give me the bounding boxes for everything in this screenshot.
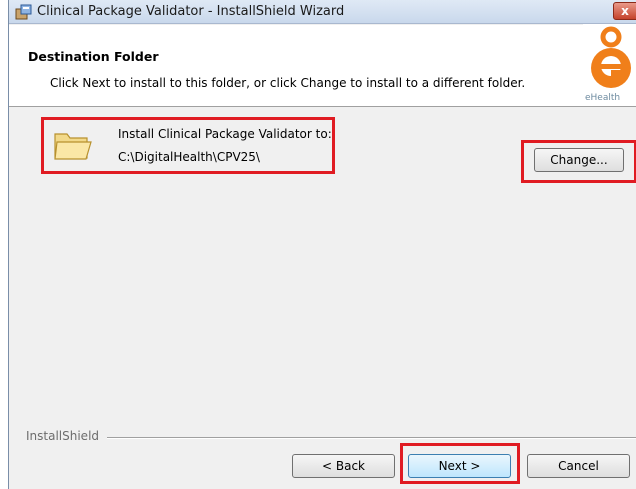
next-button[interactable]: Next > — [408, 454, 511, 478]
header-banner: Destination Folder Click Next to install… — [9, 25, 636, 107]
folder-icon — [54, 133, 92, 160]
page-description: Click Next to install to this folder, or… — [50, 76, 526, 90]
close-button[interactable]: x — [613, 2, 636, 20]
back-button[interactable]: < Back — [292, 454, 395, 478]
installer-window: Clinical Package Validator - InstallShie… — [8, 0, 636, 489]
install-location-label: Install Clinical Package Validator to: — [118, 127, 332, 141]
install-path: C:\DigitalHealth\CPV25\ — [118, 150, 260, 164]
installer-icon — [15, 4, 32, 20]
cancel-button[interactable]: Cancel — [527, 454, 630, 478]
footer-divider — [107, 437, 636, 439]
installshield-brand: InstallShield — [26, 429, 100, 443]
window-title: Clinical Package Validator - InstallShie… — [37, 4, 345, 19]
title-bar[interactable]: Clinical Package Validator - InstallShie… — [9, 0, 636, 24]
page-title: Destination Folder — [28, 49, 159, 64]
logo-caption: eHealth — [585, 93, 621, 103]
change-button[interactable]: Change... — [534, 148, 624, 172]
